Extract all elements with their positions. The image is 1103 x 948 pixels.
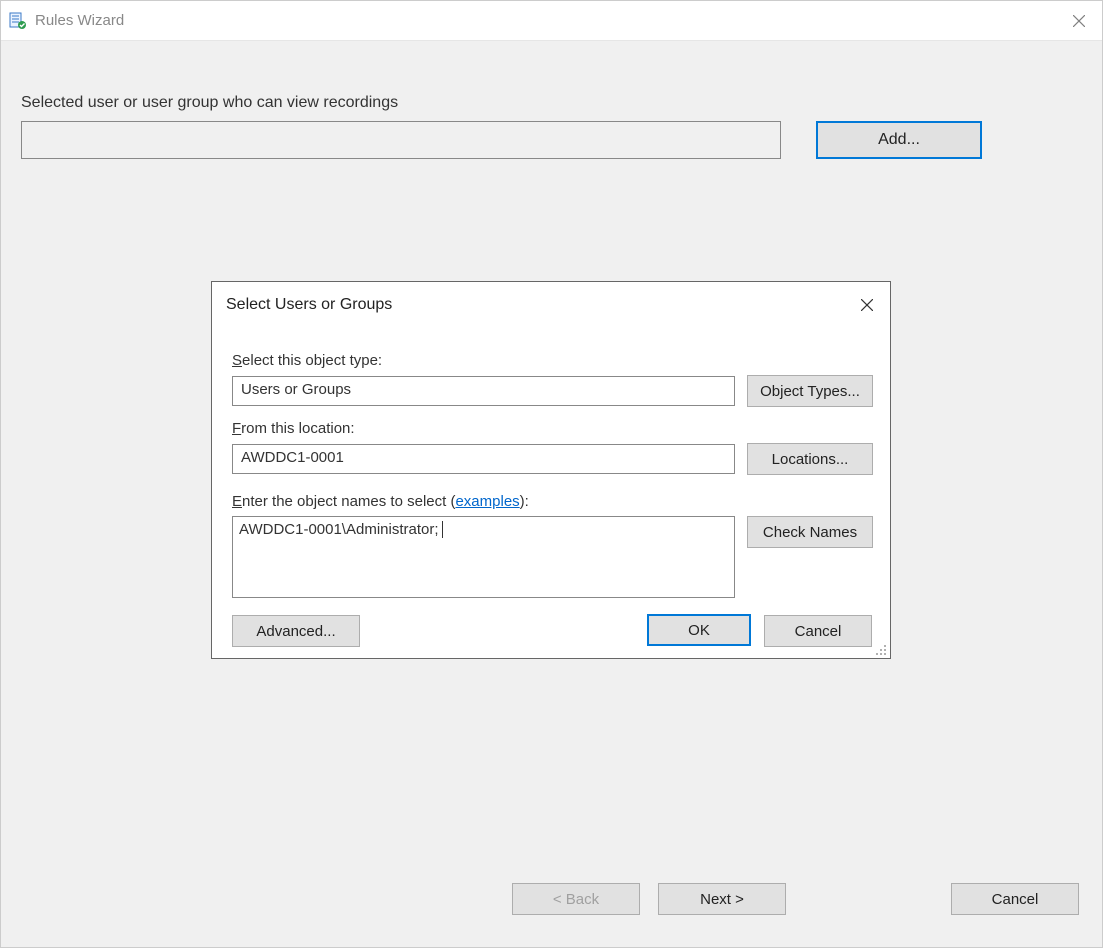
dialog-titlebar: Select Users or Groups xyxy=(212,282,890,328)
check-names-button-label: Check Names xyxy=(763,524,857,541)
locations-button[interactable]: Locations... xyxy=(747,443,873,475)
back-button: < Back xyxy=(512,883,640,915)
cancel-button-label: Cancel xyxy=(992,891,1039,908)
object-types-button-label: Object Types... xyxy=(760,383,860,400)
cancel-button[interactable]: Cancel xyxy=(951,883,1079,915)
check-names-button[interactable]: Check Names xyxy=(747,516,873,548)
dialog-title: Select Users or Groups xyxy=(226,296,392,314)
location-field: AWDDC1-0001 xyxy=(232,444,735,474)
location-label: From this location: xyxy=(232,420,355,437)
close-button[interactable] xyxy=(1056,1,1102,41)
next-button[interactable]: Next > xyxy=(658,883,786,915)
object-types-button[interactable]: Object Types... xyxy=(747,375,873,407)
examples-link[interactable]: examples xyxy=(455,493,519,510)
resize-grip-icon[interactable] xyxy=(875,643,887,655)
next-button-label: Next > xyxy=(700,891,744,908)
object-type-field: Users or Groups xyxy=(232,376,735,406)
object-type-label: Select this object type: xyxy=(232,352,382,369)
titlebar: Rules Wizard xyxy=(1,1,1102,41)
app-icon xyxy=(9,12,27,30)
advanced-button-label: Advanced... xyxy=(256,623,335,640)
selected-user-field xyxy=(21,121,781,159)
object-type-value: Users or Groups xyxy=(241,381,351,398)
location-value: AWDDC1-0001 xyxy=(241,449,344,466)
window-title: Rules Wizard xyxy=(35,12,124,29)
section-label: Selected user or user group who can view… xyxy=(21,94,398,112)
object-names-value: AWDDC1-0001\Administrator; xyxy=(239,521,439,538)
locations-button-label: Locations... xyxy=(772,451,849,468)
select-users-dialog: Select Users or Groups Select this objec… xyxy=(211,281,891,659)
dialog-cancel-button-label: Cancel xyxy=(795,623,842,640)
dialog-close-button[interactable] xyxy=(844,282,890,328)
object-names-input[interactable]: AWDDC1-0001\Administrator; xyxy=(232,516,735,598)
ok-button-label: OK xyxy=(688,622,710,639)
advanced-button[interactable]: Advanced... xyxy=(232,615,360,647)
back-button-label: < Back xyxy=(553,891,599,908)
dialog-cancel-button[interactable]: Cancel xyxy=(764,615,872,647)
add-button[interactable]: Add... xyxy=(816,121,982,159)
enter-names-label: Enter the object names to select (exampl… xyxy=(232,493,529,510)
rules-wizard-window: Rules Wizard Selected user or user group… xyxy=(0,0,1103,948)
wizard-buttons: < Back Next > Cancel xyxy=(1,883,1102,919)
ok-button[interactable]: OK xyxy=(647,614,751,646)
add-button-label: Add... xyxy=(878,131,920,149)
